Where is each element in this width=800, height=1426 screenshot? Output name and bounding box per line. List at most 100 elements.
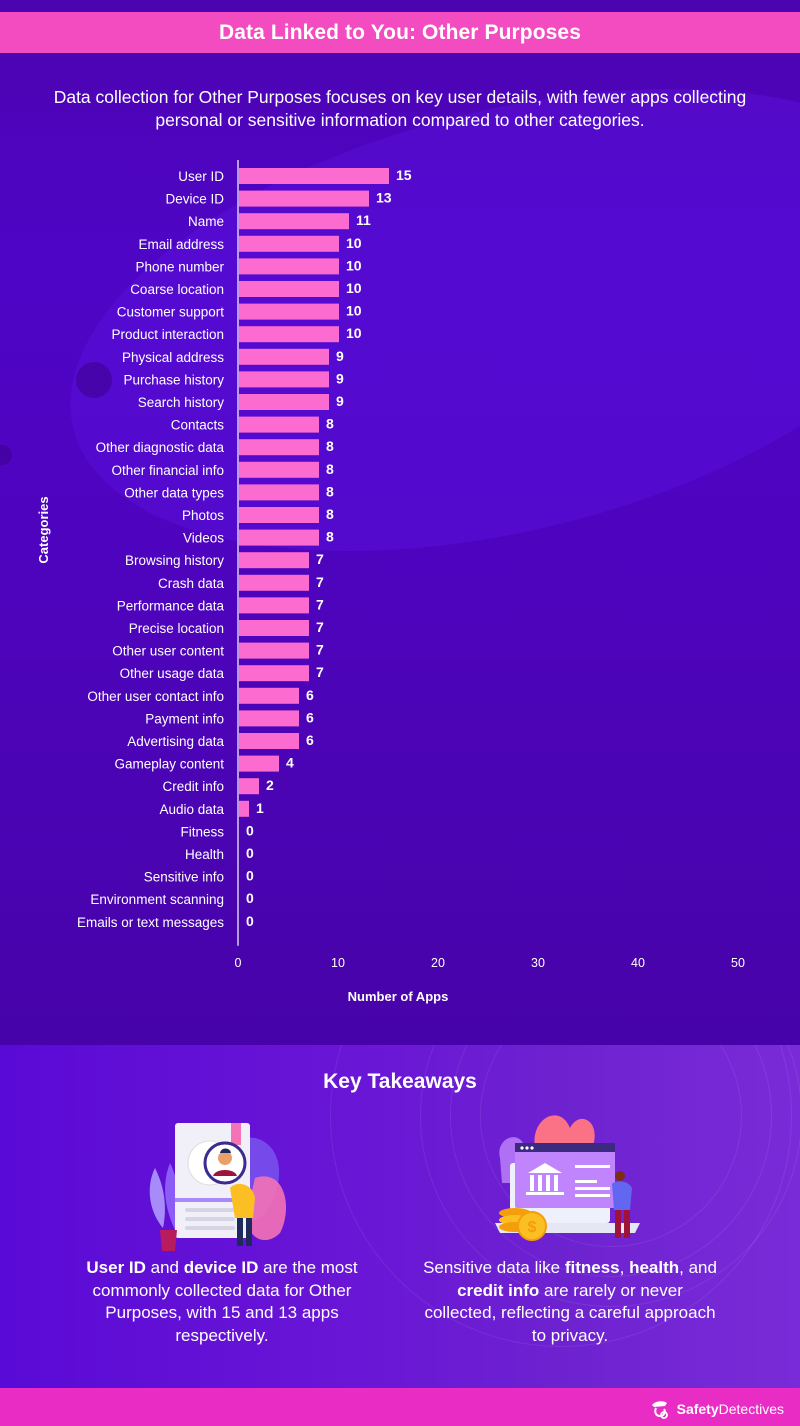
category-label: Other user contact info <box>87 689 224 704</box>
bookmark-icon <box>231 1123 241 1145</box>
window-dot <box>530 1146 534 1150</box>
takeaway-text-segment: and <box>145 1258 184 1277</box>
data-label: 7 <box>316 574 324 590</box>
x-tick-label: 10 <box>331 956 345 970</box>
plant-pot-icon <box>160 1230 177 1251</box>
data-label: 1 <box>256 800 264 816</box>
bar <box>239 439 319 456</box>
data-label: 8 <box>326 461 334 477</box>
x-tick-label: 50 <box>731 956 745 970</box>
data-label: 7 <box>316 619 324 635</box>
bar <box>239 529 319 546</box>
bank-column <box>530 1175 534 1191</box>
data-label: 11 <box>356 212 371 228</box>
bar <box>239 597 309 614</box>
category-label: Device ID <box>165 192 224 207</box>
x-axis-title: Number of Apps <box>348 989 449 1004</box>
data-label: 7 <box>316 642 324 658</box>
data-label: 15 <box>396 167 412 183</box>
category-label: Other data types <box>124 485 224 500</box>
plant-leaf-icon <box>149 1168 165 1228</box>
bar <box>239 303 339 320</box>
bar <box>239 416 319 433</box>
bar <box>239 326 339 343</box>
data-label: 2 <box>266 777 274 793</box>
category-label: Email address <box>138 237 224 252</box>
bar <box>239 371 329 388</box>
data-label: 13 <box>376 190 392 206</box>
key-takeaways-title: Key Takeaways <box>323 1070 477 1093</box>
category-label: Coarse location <box>130 282 224 297</box>
data-label: 6 <box>306 709 314 725</box>
data-label: 4 <box>286 755 294 771</box>
category-label: Browsing history <box>125 553 224 568</box>
x-tick-label: 40 <box>631 956 645 970</box>
window-dot <box>525 1146 529 1150</box>
text-line <box>575 1194 610 1197</box>
takeaway-text-2: Sensitive data like fitness, health, and… <box>420 1257 720 1347</box>
category-label: Crash data <box>158 576 225 591</box>
window-dot <box>520 1146 524 1150</box>
person-body <box>612 1181 632 1210</box>
category-label: Other diagnostic data <box>96 440 225 455</box>
bar <box>239 574 309 591</box>
bar <box>239 710 299 727</box>
data-label: 7 <box>316 664 324 680</box>
person-leg <box>624 1210 630 1238</box>
category-label: Search history <box>138 395 225 410</box>
data-label: 0 <box>246 868 254 884</box>
data-label: 6 <box>306 687 314 703</box>
bar <box>239 687 299 704</box>
data-label: 10 <box>346 280 362 296</box>
takeaway-text-1: User ID and device ID are the most commo… <box>72 1257 372 1347</box>
x-tick-label: 0 <box>235 956 242 970</box>
x-tick-label: 20 <box>431 956 445 970</box>
category-label: Customer support <box>117 305 225 320</box>
bars-layer: User ID 15 Device ID 13 Name 11 Email address 1… <box>77 167 412 930</box>
bar <box>239 168 389 184</box>
data-label: 8 <box>326 506 334 522</box>
dollar-sign: $ <box>528 1219 537 1236</box>
data-label: 8 <box>326 483 334 499</box>
category-label: User ID <box>178 169 224 184</box>
data-label: 10 <box>346 303 362 319</box>
data-label: 0 <box>246 822 254 838</box>
browser-titlebar <box>515 1143 615 1152</box>
text-line <box>185 1226 235 1230</box>
bar <box>239 281 339 297</box>
data-label: 7 <box>316 596 324 612</box>
brand-name-bold: Safety <box>676 1401 719 1417</box>
bank-base <box>526 1192 564 1195</box>
category-label: Performance data <box>117 598 225 613</box>
y-axis-title: Categories <box>36 496 51 563</box>
takeaway-text-segment: , and <box>679 1258 717 1277</box>
category-label: Environment scanning <box>90 892 224 907</box>
bank-laptop-coins-illustration: $ <box>495 1115 640 1241</box>
text-line <box>185 1208 235 1212</box>
highlighted-term: device ID <box>183 1258 259 1277</box>
data-label: 9 <box>336 370 344 386</box>
brand-logo[interactable]: SafetyDetectives <box>649 1398 784 1420</box>
category-label: Contacts <box>171 418 225 433</box>
category-label: Advertising data <box>127 734 224 749</box>
category-label: Photos <box>182 508 224 523</box>
data-label: 8 <box>326 416 334 432</box>
category-label: Purchase history <box>123 372 224 387</box>
bar <box>239 258 339 275</box>
category-label: Credit info <box>162 779 224 794</box>
bar <box>239 778 259 795</box>
bar <box>239 665 309 682</box>
bar <box>239 800 249 817</box>
data-label: 7 <box>316 551 324 567</box>
category-label: Physical address <box>122 350 224 365</box>
bar <box>239 394 329 410</box>
category-label: Product interaction <box>111 327 224 342</box>
data-label: 10 <box>346 325 362 341</box>
category-label: Emails or text messages <box>77 915 224 930</box>
category-label: Payment info <box>145 711 224 726</box>
footer-bar: SafetyDetectives <box>0 1388 800 1426</box>
bar <box>239 755 279 772</box>
person-with-magnifier-profile-illustration <box>149 1123 287 1251</box>
bar-chart: User ID 15 Device ID 13 Name 11 Email address 1… <box>36 160 745 1004</box>
data-label: 0 <box>246 890 254 906</box>
